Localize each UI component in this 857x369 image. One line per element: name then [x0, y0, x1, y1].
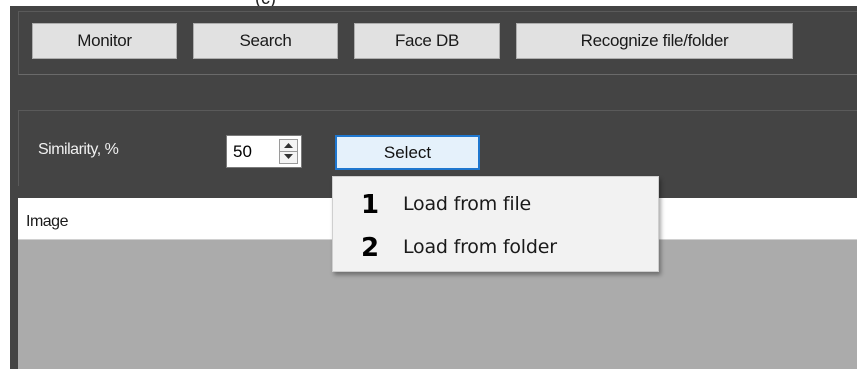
menu-item-number: 2 [361, 233, 380, 263]
similarity-value[interactable]: 50 [233, 142, 252, 162]
app-root: (c) Monitor Search Face DB Recognize fil… [0, 0, 857, 369]
menu-item-number: 1 [361, 190, 380, 220]
similarity-label: Similarity, % [38, 141, 119, 158]
menu-item-label: Load from file [403, 193, 532, 215]
face-db-button[interactable]: Face DB [354, 23, 500, 59]
similarity-stepper[interactable]: 50 [226, 135, 302, 168]
menu-item-label: Load from folder [403, 236, 557, 258]
monitor-button[interactable]: Monitor [32, 23, 177, 59]
menu-item-load-from-file[interactable]: 1 Load from file [333, 184, 658, 222]
select-dropdown-menu: 1 Load from file 2 Load from folder [332, 176, 659, 272]
mode-toolbar: Monitor Search Face DB Recognize file/fo… [18, 11, 857, 75]
triangle-down-icon[interactable] [280, 151, 297, 162]
search-button[interactable]: Search [193, 23, 338, 59]
menu-item-load-from-folder[interactable]: 2 Load from folder [333, 227, 658, 265]
column-header-image[interactable]: Image [26, 213, 68, 231]
stepper-arrows [279, 139, 298, 164]
recognize-file-folder-button[interactable]: Recognize file/folder [516, 23, 793, 59]
select-button[interactable]: Select [335, 135, 480, 170]
